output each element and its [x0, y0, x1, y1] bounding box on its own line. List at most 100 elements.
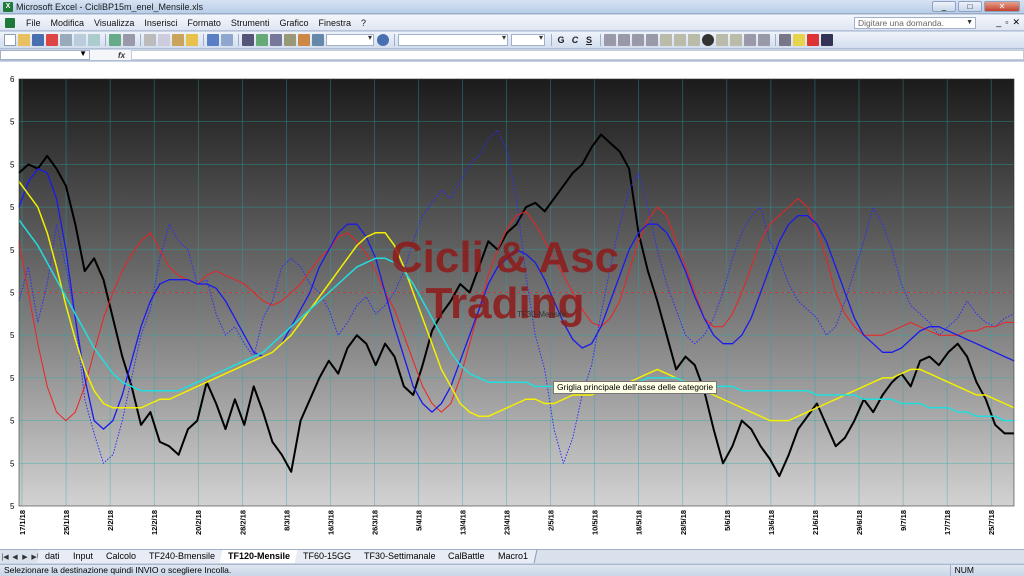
maximize-button[interactable]: □: [958, 1, 982, 12]
open-folder-icon[interactable]: [18, 34, 30, 46]
sort-descending-icon[interactable]: [284, 34, 296, 46]
excel-window: X Microsoft Excel - CicliBP15m_enel_Mens…: [0, 0, 1024, 576]
hyperlink-icon[interactable]: [242, 34, 254, 46]
save-icon[interactable]: [32, 34, 44, 46]
menu-inserisci[interactable]: Inserisci: [139, 18, 182, 28]
toolbar-separator: [600, 34, 601, 46]
align-right-icon[interactable]: [632, 34, 644, 46]
doc-minimize-button[interactable]: _: [996, 17, 1001, 28]
chevron-down-icon: ▼: [79, 49, 87, 58]
menu-strumenti[interactable]: Strumenti: [226, 18, 275, 28]
font-size-combo[interactable]: [511, 33, 545, 46]
italic-button[interactable]: C: [569, 35, 581, 45]
tab-input[interactable]: Input: [64, 550, 102, 563]
first-sheet-icon[interactable]: |◀: [0, 553, 10, 561]
comma-style-icon[interactable]: [688, 34, 700, 46]
tab-calbattle[interactable]: CalBattle: [439, 550, 495, 563]
currency-icon[interactable]: [660, 34, 672, 46]
tab-tf240[interactable]: TF240-Bmensile: [140, 550, 224, 563]
workbook-icon[interactable]: [5, 17, 15, 28]
tab-label: CalBattle: [448, 551, 485, 561]
underline-button[interactable]: S: [583, 35, 595, 45]
menu-modifica[interactable]: Modifica: [46, 18, 90, 28]
next-sheet-icon[interactable]: ▶: [20, 553, 30, 561]
chart-sheet[interactable]: 6 5 5 5 5 5 5 5 5 5 5 17/1/18 25/1/18 2/2/18 12/2/18 20…: [0, 62, 1024, 549]
undo-icon[interactable]: [207, 34, 219, 46]
doc-close-button[interactable]: ✕: [1012, 17, 1020, 28]
x-tick-label: 13/4/18: [459, 510, 468, 535]
menu-formato[interactable]: Formato: [182, 18, 226, 28]
menu-grafico[interactable]: Grafico: [274, 18, 313, 28]
sheet-tab-bar: |◀ ◀ ▶ ▶| dati Input Calcolo TF240-Bmens…: [0, 549, 1024, 563]
autosum-icon[interactable]: [256, 34, 268, 46]
name-box[interactable]: ▼: [0, 49, 90, 60]
window-controls: _ □ ✕: [932, 1, 1020, 12]
copy-icon[interactable]: [158, 34, 170, 46]
tab-label: TF240-Bmensile: [148, 551, 215, 561]
close-button[interactable]: ✕: [984, 1, 1020, 12]
spelling-icon[interactable]: [109, 34, 121, 46]
tab-macro1[interactable]: Macro1: [489, 550, 538, 563]
tab-tf60[interactable]: TF60-15GG: [294, 550, 361, 563]
formula-bar: ▼ fx: [0, 49, 1024, 61]
drawing-icon[interactable]: [312, 34, 324, 46]
research-icon[interactable]: [123, 34, 135, 46]
bold-button[interactable]: G: [555, 35, 567, 45]
toolbar-separator: [394, 34, 395, 46]
decrease-indent-icon[interactable]: [744, 34, 756, 46]
chevron-down-icon: ▼: [966, 19, 973, 26]
insert-function-icon[interactable]: fx: [118, 51, 125, 60]
new-file-icon[interactable]: [4, 34, 16, 46]
increase-decimal-icon[interactable]: [716, 34, 728, 46]
doc-restore-button[interactable]: ▫: [1005, 17, 1008, 28]
y-tick-label: 5: [10, 118, 15, 127]
email-icon[interactable]: [60, 34, 72, 46]
x-tick-label: 10/5/18: [591, 510, 600, 535]
permission-icon[interactable]: [46, 34, 58, 46]
menu-finestra[interactable]: Finestra: [313, 18, 356, 28]
sort-ascending-icon[interactable]: [270, 34, 282, 46]
formula-input[interactable]: [131, 50, 1024, 60]
tab-tf120-active[interactable]: TF120-Mensile: [219, 550, 300, 563]
menu-visualizza[interactable]: Visualizza: [89, 18, 139, 28]
redo-icon[interactable]: [221, 34, 233, 46]
x-tick-label: 5/4/18: [414, 510, 423, 531]
borders-icon[interactable]: [779, 34, 791, 46]
align-left-icon[interactable]: [604, 34, 616, 46]
align-center-icon[interactable]: [618, 34, 630, 46]
x-tick-label: 12/2/18: [150, 510, 159, 535]
percent-icon[interactable]: [674, 34, 686, 46]
toolbar-options-icon[interactable]: [821, 34, 833, 46]
format-painter-icon[interactable]: [186, 34, 198, 46]
chart-wizard-icon[interactable]: [298, 34, 310, 46]
tab-label: TF120-Mensile: [227, 551, 290, 561]
menu-help[interactable]: ?: [356, 18, 371, 28]
decrease-decimal-icon[interactable]: [730, 34, 742, 46]
zoom-combo[interactable]: [326, 33, 374, 46]
tab-label: TF60-15GG: [302, 551, 351, 561]
print-preview-icon[interactable]: [88, 34, 100, 46]
document-controls: _ ▫ ✕: [996, 17, 1020, 28]
font-name-combo[interactable]: [398, 33, 508, 46]
tab-tf30[interactable]: TF30-Settimanale: [355, 550, 445, 563]
euro-icon[interactable]: [702, 34, 714, 46]
print-icon[interactable]: [74, 34, 86, 46]
prev-sheet-icon[interactable]: ◀: [10, 553, 20, 561]
x-tick-label: 18/5/18: [635, 510, 644, 535]
minimize-button[interactable]: _: [932, 1, 956, 12]
merge-center-icon[interactable]: [646, 34, 658, 46]
y-tick-label: 5: [10, 203, 15, 212]
paste-icon[interactable]: [172, 34, 184, 46]
x-tick-label: 25/1/18: [62, 510, 71, 535]
menu-file[interactable]: File: [21, 18, 46, 28]
status-message: Selezionare la destinazione quindi INVIO…: [4, 565, 232, 575]
tab-calcolo[interactable]: Calcolo: [97, 550, 145, 563]
fill-color-icon[interactable]: [793, 34, 805, 46]
increase-indent-icon[interactable]: [758, 34, 770, 46]
x-tick-label: 2/2/18: [106, 510, 115, 531]
help-question-input[interactable]: Digitare una domanda. ▼: [854, 17, 976, 29]
y-tick-label: 6: [10, 75, 15, 84]
help-icon[interactable]: [377, 34, 389, 46]
font-color-icon[interactable]: [807, 34, 819, 46]
cut-icon[interactable]: [144, 34, 156, 46]
